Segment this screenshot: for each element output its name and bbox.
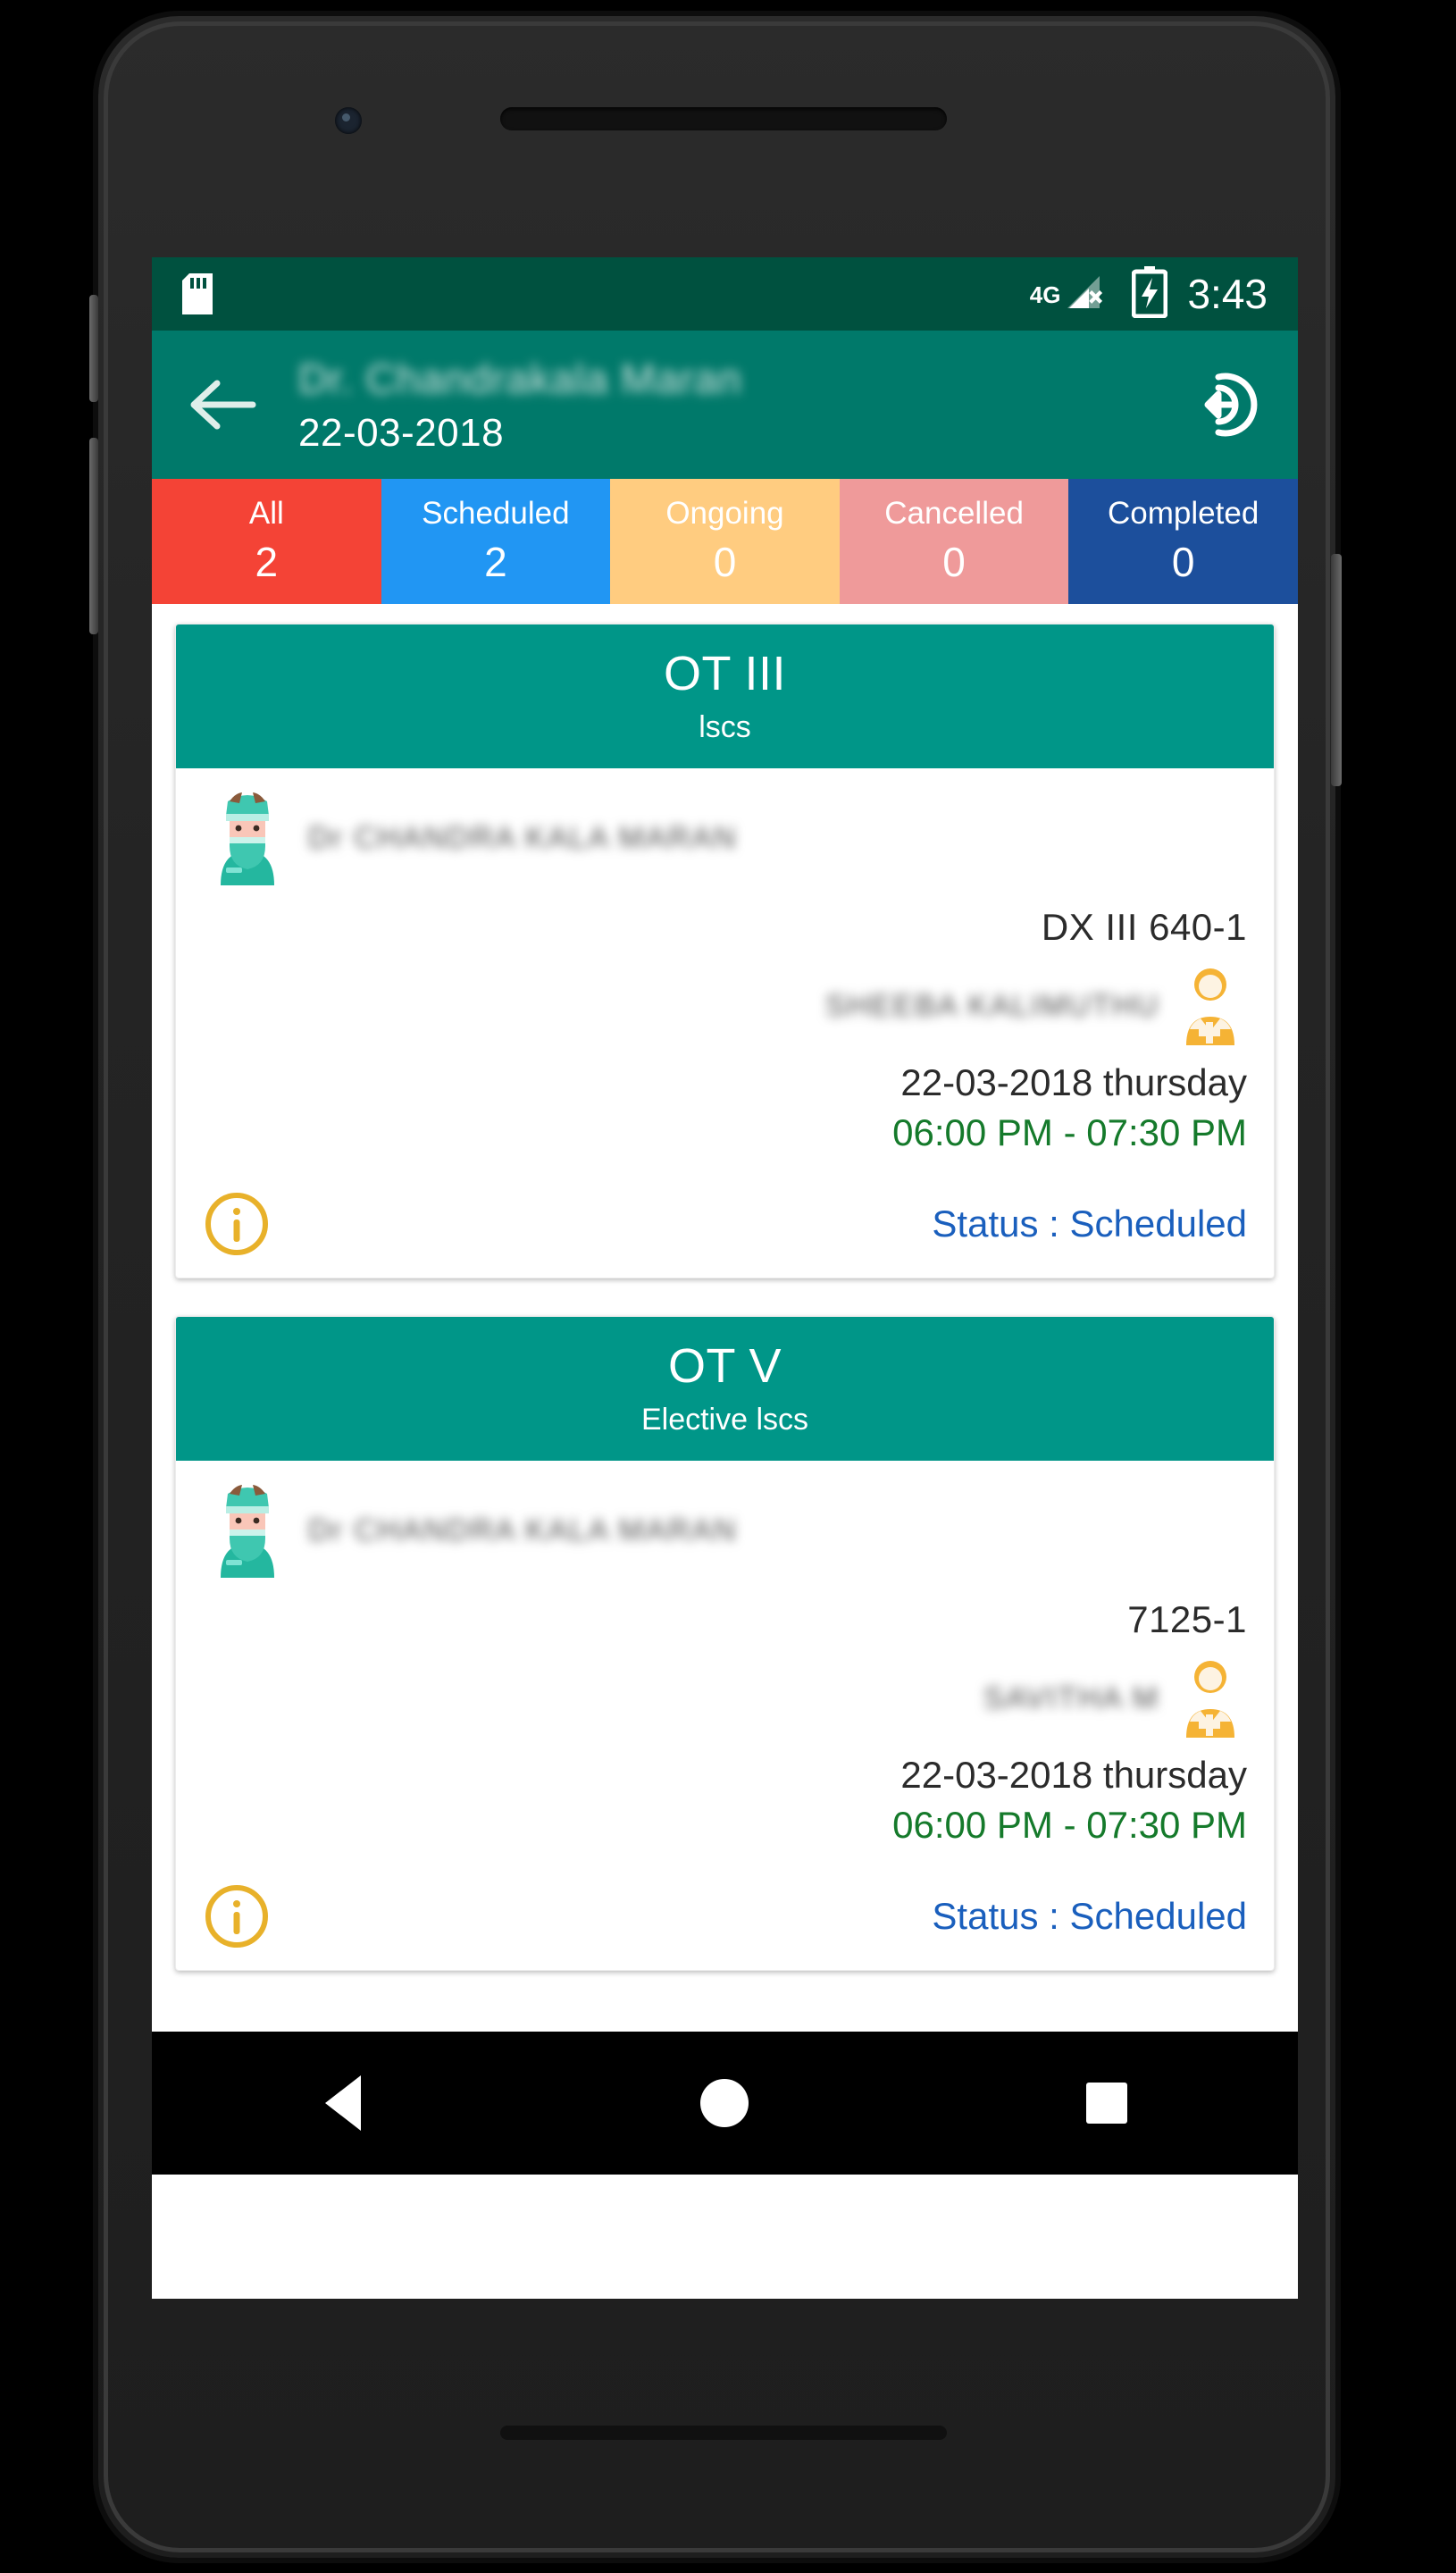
tab-scheduled-label: Scheduled bbox=[422, 496, 570, 532]
patient-row: SHEEBA KALIMUTHU bbox=[203, 965, 1247, 1047]
status-bar: 4G 3:43 bbox=[152, 257, 1298, 331]
procedure-label: lscs bbox=[699, 710, 751, 744]
card-header: OT V Elective lscs bbox=[176, 1317, 1274, 1461]
tab-cancelled-count: 0 bbox=[942, 538, 966, 585]
surgery-time-label: 06:00 PM - 07:30 PM bbox=[892, 1111, 1247, 1153]
app-bar-titles: Dr. Chandrakala Maran 22-03-2018 bbox=[298, 354, 742, 456]
patient-row: SAVITHA M bbox=[203, 1657, 1247, 1739]
android-back-icon[interactable] bbox=[280, 2067, 406, 2139]
status-label: Status : Scheduled bbox=[932, 1895, 1247, 1937]
theatre-label: OT III bbox=[663, 647, 787, 700]
card-body: Dr CHANDRA KALA MARAN 7125-1 SAVITHA M 2… bbox=[176, 1461, 1274, 1970]
patient-icon bbox=[1174, 1657, 1247, 1739]
power-button[interactable] bbox=[89, 295, 98, 402]
surgeon-row: Dr CHANDRA KALA MARAN bbox=[203, 1477, 1247, 1584]
status-label: Status : Scheduled bbox=[932, 1203, 1247, 1245]
front-camera bbox=[335, 107, 362, 134]
app-bar: Dr. Chandrakala Maran 22-03-2018 bbox=[152, 331, 1298, 479]
network-type-label: 4G bbox=[1029, 281, 1061, 308]
tab-all[interactable]: All 2 bbox=[152, 479, 381, 604]
info-icon[interactable] bbox=[203, 1190, 271, 1258]
doctor-name-label: Dr. Chandrakala Maran bbox=[298, 356, 742, 402]
surgeon-row: Dr CHANDRA KALA MARAN bbox=[203, 784, 1247, 892]
surgeon-name-label: Dr CHANDRA KALA MARAN bbox=[308, 820, 738, 855]
surgeon-name-label: Dr CHANDRA KALA MARAN bbox=[308, 1513, 738, 1547]
surgeon-icon bbox=[203, 785, 292, 891]
surgery-date-label: 22-03-2018 thursday bbox=[900, 1754, 1247, 1796]
signal-indicator: 4G bbox=[1030, 272, 1113, 315]
tab-cancelled-label: Cancelled bbox=[884, 496, 1024, 532]
surgery-card[interactable]: OT III lscs Dr CHANDRA KALA MARAN DX III… bbox=[175, 624, 1275, 1278]
status-bar-right: 4G 3:43 bbox=[1030, 265, 1268, 323]
logout-icon[interactable] bbox=[1180, 362, 1266, 448]
filter-tabs: All 2 Scheduled 2 Ongoing 0 Cancelled 0 … bbox=[152, 479, 1298, 604]
surgery-card[interactable]: OT V Elective lscs Dr CHANDRA KALA MARAN… bbox=[175, 1316, 1275, 1971]
card-body: Dr CHANDRA KALA MARAN DX III 640-1 SHEEB… bbox=[176, 768, 1274, 1278]
card-details: 7125-1 SAVITHA M 22-03-2018 thursday 06:… bbox=[203, 1598, 1247, 1847]
card-footer: Status : Scheduled bbox=[203, 1190, 1247, 1258]
status-bar-left bbox=[182, 273, 213, 314]
card-header: OT III lscs bbox=[176, 624, 1274, 768]
tab-scheduled[interactable]: Scheduled 2 bbox=[381, 479, 611, 604]
right-side-button[interactable] bbox=[1331, 554, 1342, 786]
info-icon[interactable] bbox=[203, 1882, 271, 1950]
tab-all-count: 2 bbox=[255, 538, 279, 585]
tab-completed-label: Completed bbox=[1108, 496, 1259, 532]
bottom-speaker bbox=[500, 2426, 947, 2440]
earpiece-speaker bbox=[500, 107, 947, 130]
android-home-icon[interactable] bbox=[662, 2067, 787, 2139]
surgery-date-label: 22-03-2018 thursday bbox=[900, 1061, 1247, 1103]
patient-name-label: SHEEBA KALIMUTHU bbox=[825, 988, 1159, 1023]
phone-screen: 4G 3:43 Dr. Chandrakala Maran 22-03-2018… bbox=[152, 257, 1298, 2299]
tab-ongoing-label: Ongoing bbox=[665, 496, 784, 532]
tab-ongoing[interactable]: Ongoing 0 bbox=[610, 479, 840, 604]
surgery-list: OT III lscs Dr CHANDRA KALA MARAN DX III… bbox=[152, 604, 1298, 2032]
signal-bars-icon bbox=[1067, 276, 1103, 308]
tab-cancelled[interactable]: Cancelled 0 bbox=[839, 479, 1069, 604]
theatre-label: OT V bbox=[667, 1339, 782, 1393]
tab-ongoing-count: 0 bbox=[713, 538, 737, 585]
battery-charging-icon bbox=[1131, 265, 1168, 323]
clock-label: 3:43 bbox=[1187, 271, 1268, 317]
procedure-label: Elective lscs bbox=[640, 1403, 809, 1437]
surgery-time-label: 06:00 PM - 07:30 PM bbox=[892, 1804, 1247, 1846]
volume-button[interactable] bbox=[89, 438, 98, 634]
app-bar-date-label: 22-03-2018 bbox=[298, 411, 505, 455]
back-arrow-icon[interactable] bbox=[184, 366, 261, 443]
patient-icon bbox=[1174, 965, 1247, 1047]
tab-completed-count: 0 bbox=[1171, 538, 1195, 585]
operation-id-label: DX III 640-1 bbox=[1041, 906, 1247, 948]
patient-name-label: SAVITHA M bbox=[983, 1680, 1159, 1715]
card-details: DX III 640-1 SHEEBA KALIMUTHU 22-03-2018… bbox=[203, 906, 1247, 1154]
tab-all-label: All bbox=[248, 496, 284, 532]
operation-id-label: 7125-1 bbox=[1127, 1598, 1247, 1640]
surgeon-icon bbox=[203, 1478, 292, 1583]
sd-card-icon bbox=[182, 273, 213, 314]
android-recents-icon[interactable] bbox=[1044, 2067, 1169, 2139]
android-nav-bar bbox=[152, 2032, 1298, 2175]
tab-completed[interactable]: Completed 0 bbox=[1068, 479, 1298, 604]
card-footer: Status : Scheduled bbox=[203, 1882, 1247, 1950]
tab-scheduled-count: 2 bbox=[484, 538, 507, 585]
